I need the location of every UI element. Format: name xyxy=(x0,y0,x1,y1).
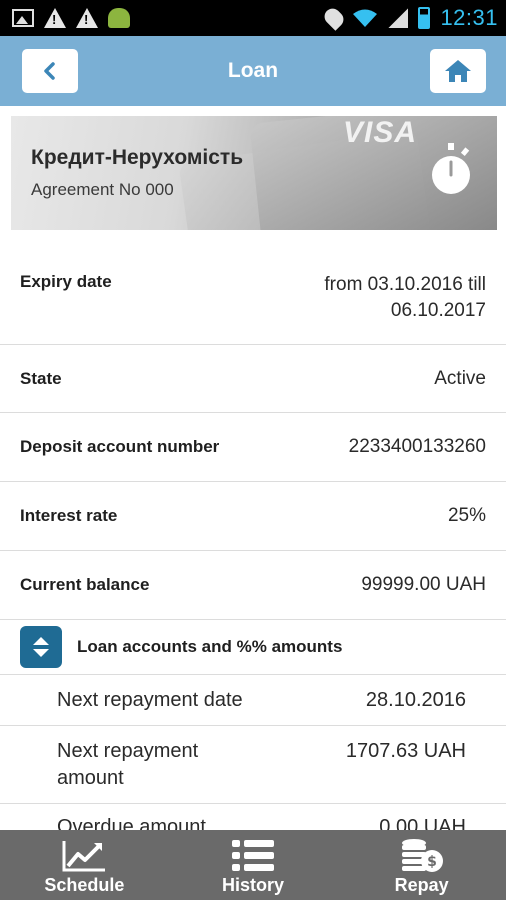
back-button[interactable] xyxy=(22,49,78,93)
subdetail-label: Next repayment date xyxy=(57,689,243,711)
wifi-icon xyxy=(353,9,378,27)
expand-collapse-button[interactable] xyxy=(20,626,62,668)
expand-collapse-icon xyxy=(33,637,49,657)
tab-label: Repay xyxy=(394,875,449,895)
tab-label: History xyxy=(222,875,285,895)
bottom-tab-bar: Schedule History $ Repay xyxy=(0,830,506,900)
stopwatch-icon xyxy=(432,143,470,194)
android-icon xyxy=(108,8,130,28)
subdetail-label: Next repayment amount xyxy=(57,738,198,803)
section-label: Loan accounts and %% amounts xyxy=(77,637,343,656)
page-title: Loan xyxy=(227,59,279,82)
loan-banner: VISA Кредит-Нерухомість Agreement No 000 xyxy=(11,116,497,230)
detail-value: 99999.00 UAH xyxy=(361,574,486,595)
detail-row-account: Deposit account number 2233400133260 xyxy=(0,413,506,482)
warning-icon xyxy=(44,8,66,28)
coins-icon: $ xyxy=(401,839,443,872)
detail-label: Expiry date xyxy=(20,272,112,291)
detail-label: Current balance xyxy=(20,575,150,594)
detail-row-expiry: Expiry date from 03.10.2016 till 06.10.2… xyxy=(0,232,506,345)
subdetail-value: 1707.63 UAH xyxy=(345,740,466,762)
detail-value-line: from 03.10.2016 till xyxy=(324,274,486,295)
image-icon xyxy=(12,9,34,27)
detail-row-interest: Interest rate 25% xyxy=(0,482,506,551)
tab-repay[interactable]: $ Repay xyxy=(337,830,506,900)
agreement-number: Agreement No 000 xyxy=(31,180,174,199)
subdetail-value: 28.10.2016 xyxy=(365,689,466,711)
location-icon xyxy=(321,5,348,31)
tab-schedule[interactable]: Schedule xyxy=(0,830,169,900)
signal-icon xyxy=(388,8,409,28)
subdetail-row-next-date: Next repayment date 28.10.2016 xyxy=(0,676,506,726)
loan-accounts-list: Next repayment date 28.10.2016 Next repa… xyxy=(0,676,506,854)
loan-details: Expiry date from 03.10.2016 till 06.10.2… xyxy=(0,232,506,620)
battery-icon xyxy=(418,7,431,29)
tab-history[interactable]: History xyxy=(169,830,338,900)
detail-value: 25% xyxy=(447,505,486,526)
chart-icon xyxy=(62,841,106,872)
card-brand-logo: VISA xyxy=(342,116,417,149)
chevron-left-icon xyxy=(44,62,55,80)
tab-label: Schedule xyxy=(44,875,125,895)
loan-accounts-section-header[interactable]: Loan accounts and %% amounts xyxy=(0,620,506,675)
subdetail-label-line: Next repayment xyxy=(57,740,199,762)
list-icon xyxy=(232,840,274,871)
detail-label: Deposit account number xyxy=(20,437,220,456)
subdetail-label-line: amount xyxy=(57,767,124,789)
warning-icon xyxy=(76,8,98,28)
detail-value: 2233400133260 xyxy=(348,436,486,457)
loan-title: Кредит-Нерухомість xyxy=(31,146,244,169)
detail-row-balance: Current balance 99999.00 UAH xyxy=(0,551,506,620)
loan-screen: 12:31 Loan VISA Кредит-Нерухомість Agree… xyxy=(0,0,506,900)
detail-value: from 03.10.2016 till 06.10.2017 xyxy=(324,272,486,344)
detail-row-state: State Active xyxy=(0,345,506,413)
detail-value-line: 06.10.2017 xyxy=(390,300,486,321)
status-bar: 12:31 xyxy=(0,0,506,36)
clock-time: 12:31 xyxy=(440,5,498,30)
svg-text:$: $ xyxy=(427,854,437,870)
detail-value: Active xyxy=(434,367,486,389)
home-button[interactable] xyxy=(430,49,486,93)
detail-label: State xyxy=(20,368,62,388)
subdetail-row-next-amount: Next repayment amount 1707.63 UAH xyxy=(0,726,506,804)
home-icon xyxy=(445,60,471,82)
app-header: Loan xyxy=(0,36,506,106)
detail-label: Interest rate xyxy=(20,506,118,525)
